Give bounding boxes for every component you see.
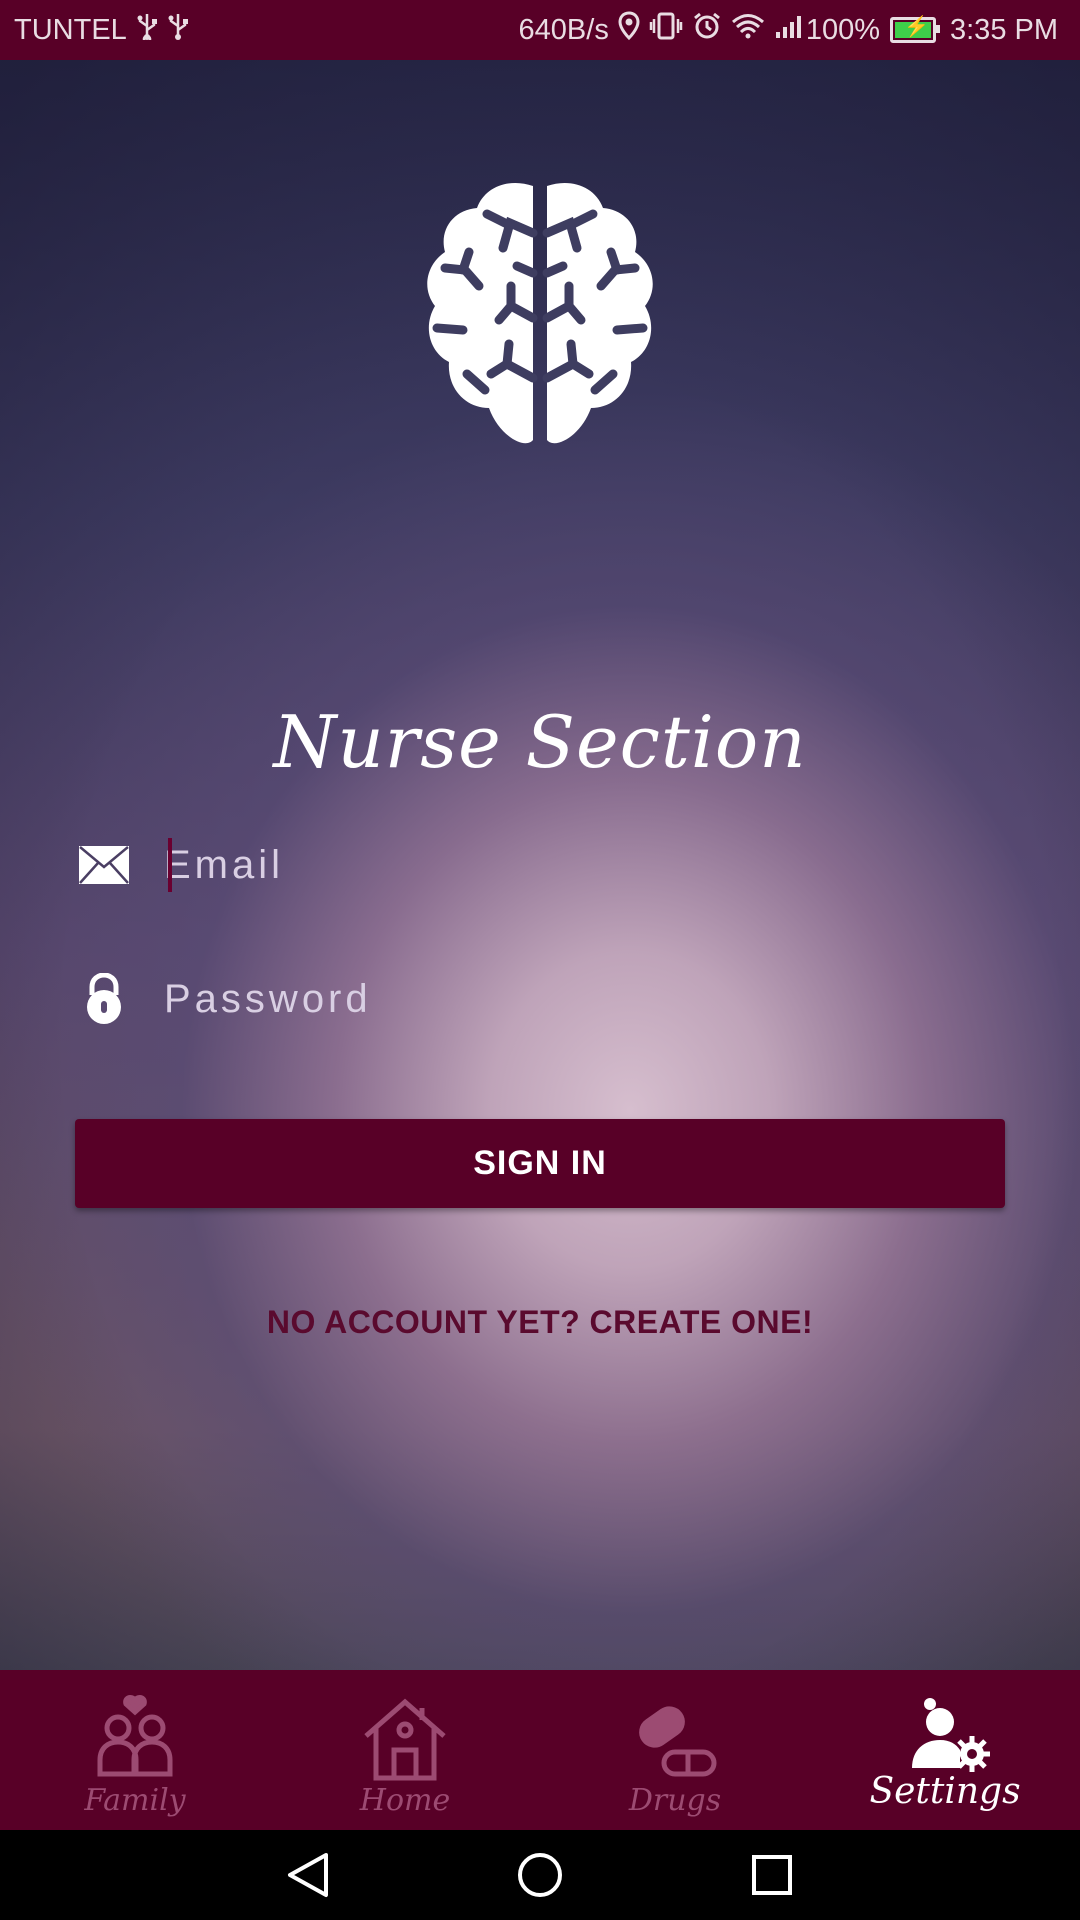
carrier-label: TUNTEL: [14, 13, 127, 46]
battery-percent: 100%: [805, 13, 880, 46]
back-icon[interactable]: [278, 1845, 338, 1905]
page-title: Nurse Section: [273, 700, 807, 784]
location-icon: [618, 11, 640, 49]
home-icon: [360, 1694, 450, 1784]
usb-icon: [136, 12, 158, 48]
sign-in-button[interactable]: SIGN IN: [75, 1119, 1005, 1208]
email-field-row: [74, 820, 1004, 910]
net-speed-label: 640B/s: [518, 13, 609, 46]
lock-icon: [74, 969, 134, 1029]
nav-item-settings[interactable]: Settings: [810, 1670, 1080, 1830]
email-field[interactable]: [160, 830, 1004, 900]
nav-label-family: Family: [84, 1783, 186, 1818]
usb-icon: [167, 12, 189, 48]
password-field[interactable]: [160, 964, 1004, 1034]
vibrate-icon: [649, 11, 683, 49]
status-bar: TUNTEL 640B/s 100% ⚡ 3:35 PM: [0, 0, 1080, 60]
create-account-link[interactable]: NO ACCOUNT YET? CREATE ONE!: [0, 1304, 1080, 1341]
nav-item-family[interactable]: Family: [0, 1670, 270, 1830]
text-cursor: [168, 838, 172, 892]
signal-icon: [774, 12, 806, 48]
home-circle-icon[interactable]: [510, 1845, 570, 1905]
envelope-icon: [74, 835, 134, 895]
brain-icon: [415, 178, 665, 458]
bottom-nav: Family Home Drugs Settings: [0, 1670, 1080, 1830]
nav-label-settings: Settings: [869, 1771, 1021, 1812]
nav-label-home: Home: [359, 1783, 451, 1818]
battery-icon: ⚡: [890, 16, 940, 43]
clock: 3:35 PM: [950, 13, 1058, 46]
pill-icon: [630, 1694, 720, 1784]
family-icon: [90, 1694, 180, 1784]
system-nav-bar: [0, 1830, 1080, 1920]
password-field-row: [74, 954, 1004, 1044]
nav-item-home[interactable]: Home: [270, 1670, 540, 1830]
nav-item-drugs[interactable]: Drugs: [540, 1670, 810, 1830]
recents-icon[interactable]: [742, 1845, 802, 1905]
alarm-icon: [692, 11, 722, 49]
wifi-icon: [731, 12, 765, 48]
nav-label-drugs: Drugs: [628, 1783, 722, 1818]
